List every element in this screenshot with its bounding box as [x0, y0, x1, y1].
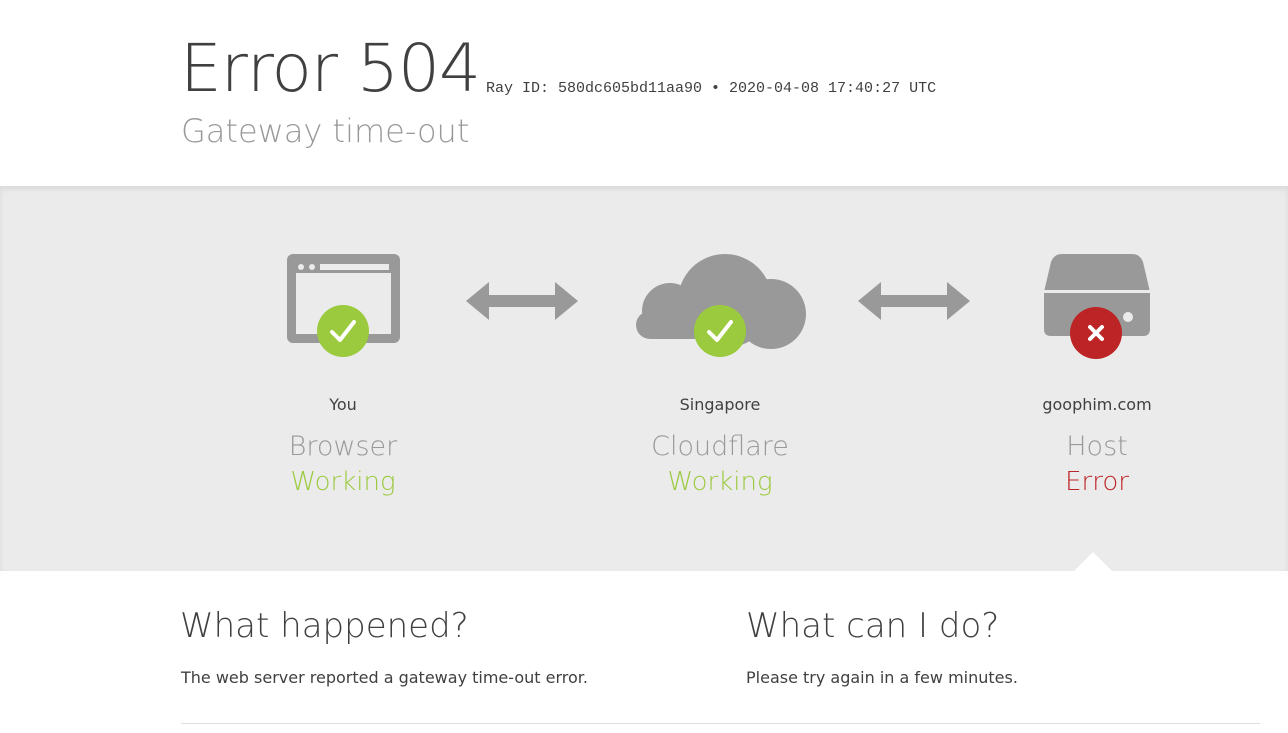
status-band: You Browser Working Singapore Cloudflare… [0, 186, 1288, 571]
browser-status: Working [290, 467, 396, 497]
double-arrow-icon [466, 282, 578, 320]
host-status-error-icon [1070, 307, 1122, 359]
error-pointer [1073, 552, 1113, 572]
error-title: Error 504 [180, 30, 481, 107]
what-can-i-do-text: Please try again in a few minutes. [746, 668, 1018, 687]
cloudflare-status-check-icon [694, 305, 746, 357]
ray-id: Ray ID: 580dc605bd11aa90 • 2020-04-08 17… [486, 80, 937, 97]
cloudflare-status: Working [667, 467, 773, 497]
host-location: goophim.com [1042, 395, 1152, 414]
status-diagram [287, 254, 1150, 359]
what-happened-text: The web server reported a gateway time-o… [181, 668, 588, 687]
browser-location: You [329, 395, 357, 414]
divider [181, 723, 1260, 724]
error-header: Error 504 Ray ID: 580dc605bd11aa90 • 202… [0, 0, 1288, 186]
error-subtitle: Gateway time-out [181, 112, 470, 150]
what-happened-heading: What happened? [180, 606, 469, 646]
browser-label: Browser [288, 431, 398, 462]
cloudflare-label: Cloudflare [651, 431, 789, 462]
host-label: Host [1066, 431, 1128, 462]
cloudflare-location: Singapore [679, 395, 761, 414]
browser-status-check-icon [317, 305, 369, 357]
host-status: Error [1065, 467, 1129, 497]
double-arrow-icon [858, 282, 970, 320]
what-can-i-do-heading: What can I do? [746, 606, 1000, 646]
